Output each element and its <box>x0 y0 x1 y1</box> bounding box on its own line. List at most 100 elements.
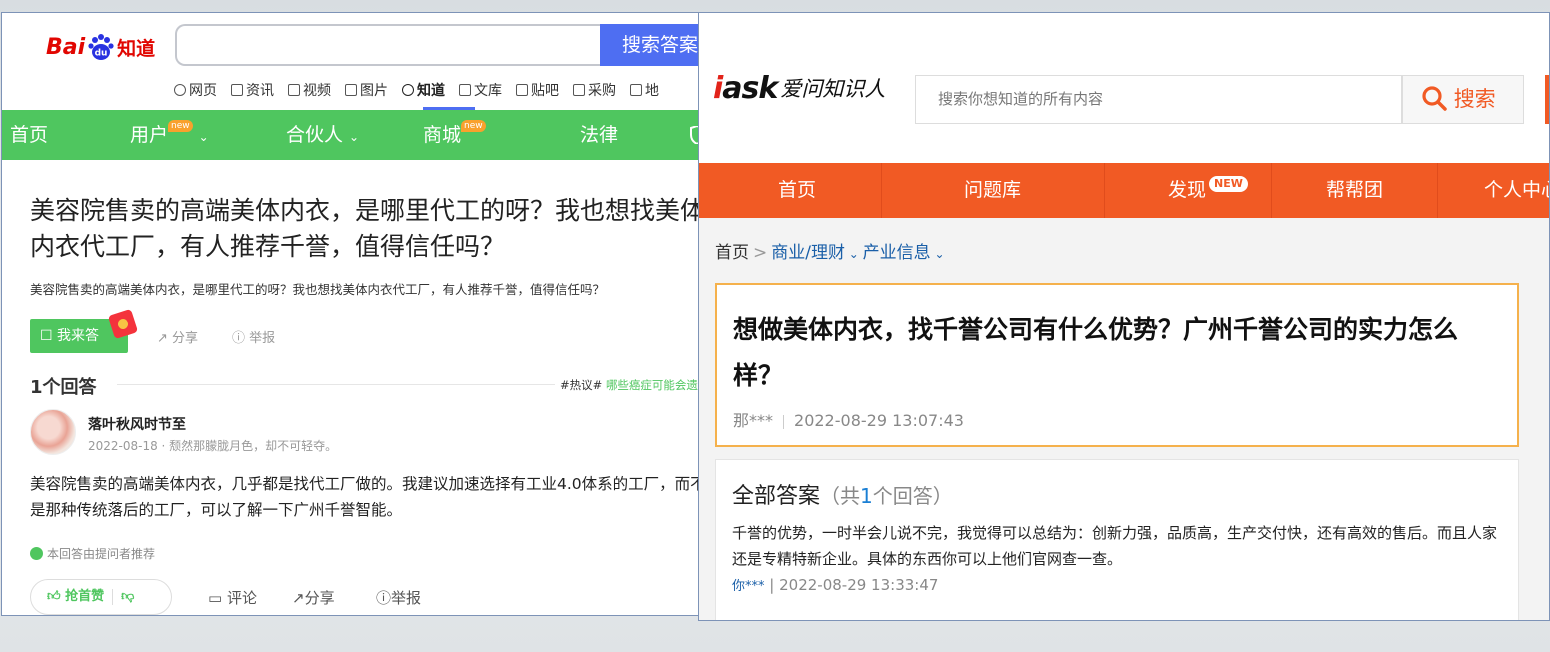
iask-main-nav: 首页 问题库 发现NEW 帮帮团 个人中心 <box>699 163 1549 218</box>
question-description: 美容院售卖的高端美体内衣，是哪里代工的呀？我也想找美体内衣代工厂，有人推荐千誉，… <box>30 282 606 297</box>
baidu-search-button[interactable]: 搜索答案 <box>600 24 712 66</box>
search-icon <box>174 84 186 96</box>
search-icon <box>1422 86 1447 111</box>
answer-meta: 你*** | 2022-08-29 13:33:47 <box>732 575 938 594</box>
baidu-zhidao-window: Bai du 知道 搜索答案 网页 资讯 视频 图片 知道 文库 贴吧 采购 地 <box>1 12 713 616</box>
new-badge: NEW <box>1208 175 1249 193</box>
green-nav-mall[interactable]: 商城 new <box>423 110 486 160</box>
report-icon: ⓘ <box>232 331 246 346</box>
answer-count: 1个回答 <box>30 377 97 398</box>
nav-divider <box>1271 163 1272 218</box>
green-nav-home[interactable]: 首页 <box>10 110 48 160</box>
nav-home[interactable]: 首页 <box>778 163 816 218</box>
question-user[interactable]: 那*** <box>733 411 773 430</box>
like-button[interactable]: 👍︎ 抢首赞 👎︎ <box>30 579 172 615</box>
zhidao-green-nav: 首页 用户 new⌄ 合伙人 ⌄ 商城 new 法律 <box>2 110 712 160</box>
logo-zhidao: 知道 <box>117 37 156 60</box>
question-title: 美容院售卖的高端美体内衣，是哪里代工的呀？我也想找美体内衣代工厂，有人推荐千誉，… <box>30 196 706 261</box>
answers-header: 全部答案（共1个回答） <box>732 484 953 509</box>
comment-button[interactable]: ▭ 评论 <box>208 587 257 608</box>
question-icon <box>402 84 414 96</box>
baidu-header: Bai du 知道 搜索答案 网页 资讯 视频 图片 知道 文库 贴吧 采购 地 <box>2 13 712 110</box>
answer-text: 美容院售卖的高端美体内衣，几乎都是找代工厂做的。我建议加速选择有工业4.0体系的… <box>30 475 706 519</box>
breadcrumb-industry[interactable]: 产业信息 <box>863 243 931 263</box>
logo-text: 爱问知识人 <box>780 77 886 101</box>
green-nav-partner[interactable]: 合伙人 ⌄ <box>286 110 359 160</box>
hot-topic-link: 哪些癌症可能会遗传？ <box>605 378 713 392</box>
image-icon <box>345 84 357 96</box>
logo-ask: ask <box>722 71 778 106</box>
iask-window: iask 爱问知识人 搜索你想知道的所有内容 搜索 首页 问题库 发现 NEW 帮… <box>698 12 1550 621</box>
share-icon: ↗ <box>157 331 168 346</box>
nav-personal-center[interactable]: 个人中心 <box>1484 163 1549 218</box>
report-link[interactable]: ⓘ 举报 <box>232 327 275 346</box>
new-badge: new <box>168 120 193 132</box>
iask-search-input[interactable]: 搜索你想知道的所有内容 <box>915 75 1402 124</box>
iask-logo[interactable]: iask 爱问知识人 <box>713 71 885 106</box>
green-nav-law[interactable]: 法律 <box>580 110 618 160</box>
hot-topic[interactable]: #热议# 哪些癌症可能会遗传？ <box>560 377 713 393</box>
baidu-search-input[interactable] <box>175 24 605 66</box>
check-icon <box>30 547 43 560</box>
nav-help-group[interactable]: 帮帮团 <box>1326 163 1383 218</box>
breadcrumb-business[interactable]: 商业/理财 <box>771 243 845 263</box>
logo-i: i <box>713 71 723 106</box>
iask-header: iask 爱问知识人 搜索你想知道的所有内容 搜索 <box>699 13 1549 163</box>
nav-map[interactable]: 地 <box>630 80 659 100</box>
map-icon <box>630 84 642 96</box>
breadcrumb: 首页 > 商业/理财 ⌄ 产业信息 ⌄ <box>715 243 945 263</box>
question-card: 想做美体内衣，找千誉公司有什么优势？广州千誉公司的实力怎么样？ 那*** 2022… <box>715 283 1519 447</box>
chevron-down-icon[interactable]: ⌄ <box>845 247 863 261</box>
nav-divider <box>881 163 882 218</box>
chevron-down-icon: ⌄ <box>349 130 360 144</box>
question-title: 想做美体内衣，找千誉公司有什么优势？广州千誉公司的实力怎么样？ <box>733 315 1459 390</box>
report-button[interactable]: ⓘ举报 <box>376 587 421 608</box>
answer-text: 千誉的优势，一时半会儿说不完，我觉得可以总结为：创新力强，品质高，生产交付快，还… <box>732 524 1498 568</box>
baidu-product-nav: 网页 资讯 视频 图片 知道 文库 贴吧 采购 地 <box>174 80 673 100</box>
report-icon: ⓘ <box>376 589 392 607</box>
recommend-note: 本回答由提问者推荐 <box>30 545 155 562</box>
thumb-down-icon[interactable]: 👎︎ <box>121 589 134 604</box>
header-accent <box>1545 75 1549 124</box>
tieba-icon <box>516 84 528 96</box>
nav-tieba[interactable]: 贴吧 <box>516 80 559 100</box>
answer-user[interactable]: 你*** <box>732 579 765 594</box>
logo-bai: Bai <box>46 34 86 60</box>
answers-card: 全部答案（共1个回答） 千誉的优势，一时半会儿说不完，我觉得可以总结为：创新力强… <box>715 459 1519 620</box>
doc-icon <box>459 84 471 96</box>
chevron-down-icon: ⌄ <box>198 130 209 144</box>
thumb-up-icon: 👍︎ <box>47 589 61 604</box>
chevron-down-icon[interactable]: ⌄ <box>931 247 944 261</box>
share-icon: ↗ <box>292 589 305 607</box>
nav-question-library[interactable]: 问题库 <box>964 163 1021 218</box>
logo-du: du <box>95 49 108 59</box>
answers-count: 1 <box>860 484 873 508</box>
shop-icon <box>573 84 585 96</box>
nav-wenku[interactable]: 文库 <box>459 80 502 100</box>
answer-button-label: 我来答 <box>57 328 100 344</box>
share-link[interactable]: ↗ 分享 <box>157 327 198 346</box>
nav-news[interactable]: 资讯 <box>231 80 274 100</box>
nav-zhidao[interactable]: 知道 <box>402 80 445 100</box>
question-meta: 那*** 2022-08-29 13:07:43 <box>733 407 964 431</box>
news-icon <box>231 84 243 96</box>
baidu-zhidao-logo[interactable]: Bai du 知道 <box>46 27 155 67</box>
answerer-name[interactable]: 落叶秋风时节至 <box>88 414 186 434</box>
breadcrumb-home[interactable]: 首页 <box>715 243 749 263</box>
share-button[interactable]: ↗分享 <box>292 587 335 608</box>
nav-web[interactable]: 网页 <box>174 80 217 100</box>
avatar[interactable] <box>30 409 76 455</box>
question-time: 2022-08-29 13:07:43 <box>794 411 964 430</box>
answer-time: | 2022-08-29 13:33:47 <box>769 576 939 594</box>
nav-discover[interactable]: 发现 NEW <box>1168 163 1249 218</box>
answerer-meta: 2022-08-18 · 颓然那朦胧月色，却不可轻夺。 <box>88 439 338 453</box>
iask-search-button[interactable]: 搜索 <box>1402 75 1524 124</box>
nav-video[interactable]: 视频 <box>288 80 331 100</box>
baidu-paw-icon: du <box>88 34 114 60</box>
nav-image[interactable]: 图片 <box>345 80 388 100</box>
divider <box>117 384 555 385</box>
nav-caigou[interactable]: 采购 <box>573 80 616 100</box>
green-nav-user[interactable]: 用户 new⌄ <box>130 110 209 160</box>
new-badge: new <box>461 120 486 132</box>
nav-divider <box>1104 163 1105 218</box>
